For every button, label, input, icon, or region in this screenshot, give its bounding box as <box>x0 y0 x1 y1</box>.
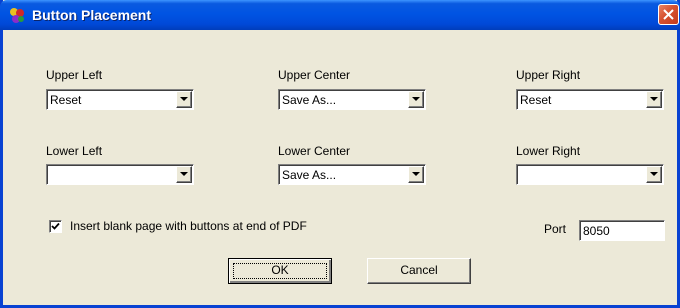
lower-right-dropdown-button[interactable] <box>646 166 662 183</box>
app-icon <box>10 8 24 23</box>
upper-center-dropdown-button[interactable] <box>408 91 424 108</box>
window-title: Button Placement <box>32 7 152 23</box>
insert-blank-page-checkbox[interactable] <box>49 220 62 233</box>
lower-center-dropdown-button[interactable] <box>408 166 424 183</box>
upper-right-select[interactable]: Reset <box>516 89 664 110</box>
chevron-down-icon <box>412 97 420 101</box>
upper-center-select[interactable]: Save As... <box>278 89 426 110</box>
upper-left-dropdown-button[interactable] <box>176 91 192 108</box>
focus-rect <box>233 263 327 279</box>
chevron-down-icon <box>412 172 420 176</box>
port-input[interactable]: 8050 <box>579 220 665 241</box>
upper-left-select[interactable]: Reset <box>46 89 194 110</box>
cancel-button[interactable]: Cancel <box>367 258 471 284</box>
upper-right-value: Reset <box>520 93 552 107</box>
dialog-window: Button Placement Upper Left Reset Upper … <box>0 0 680 308</box>
lower-right-select[interactable] <box>516 164 664 185</box>
checkmark-icon <box>51 222 60 230</box>
lower-center-label: Lower Center <box>278 144 351 158</box>
upper-right-label: Upper Right <box>516 68 581 82</box>
close-button[interactable] <box>658 4 679 25</box>
chevron-down-icon <box>650 172 658 176</box>
lower-left-select[interactable] <box>46 164 194 185</box>
cancel-button-label: Cancel <box>400 263 438 277</box>
upper-left-label: Upper Left <box>46 68 103 82</box>
upper-left-value: Reset <box>50 93 82 107</box>
lower-right-label: Lower Right <box>516 144 581 158</box>
ok-button[interactable]: OK <box>228 258 332 284</box>
lower-left-label: Lower Left <box>46 144 103 158</box>
title-bar[interactable]: Button Placement <box>0 0 680 30</box>
chevron-down-icon <box>180 172 188 176</box>
insert-blank-page-label[interactable]: Insert blank page with buttons at end of… <box>70 219 307 233</box>
upper-center-value: Save As... <box>282 93 337 107</box>
upper-right-dropdown-button[interactable] <box>646 91 662 108</box>
lower-left-dropdown-button[interactable] <box>176 166 192 183</box>
close-icon <box>663 9 674 20</box>
upper-center-label: Upper Center <box>278 68 351 82</box>
lower-center-select[interactable]: Save As... <box>278 164 426 185</box>
lower-center-value: Save As... <box>282 168 337 182</box>
port-label: Port <box>544 222 567 236</box>
chevron-down-icon <box>650 97 658 101</box>
chevron-down-icon <box>180 97 188 101</box>
